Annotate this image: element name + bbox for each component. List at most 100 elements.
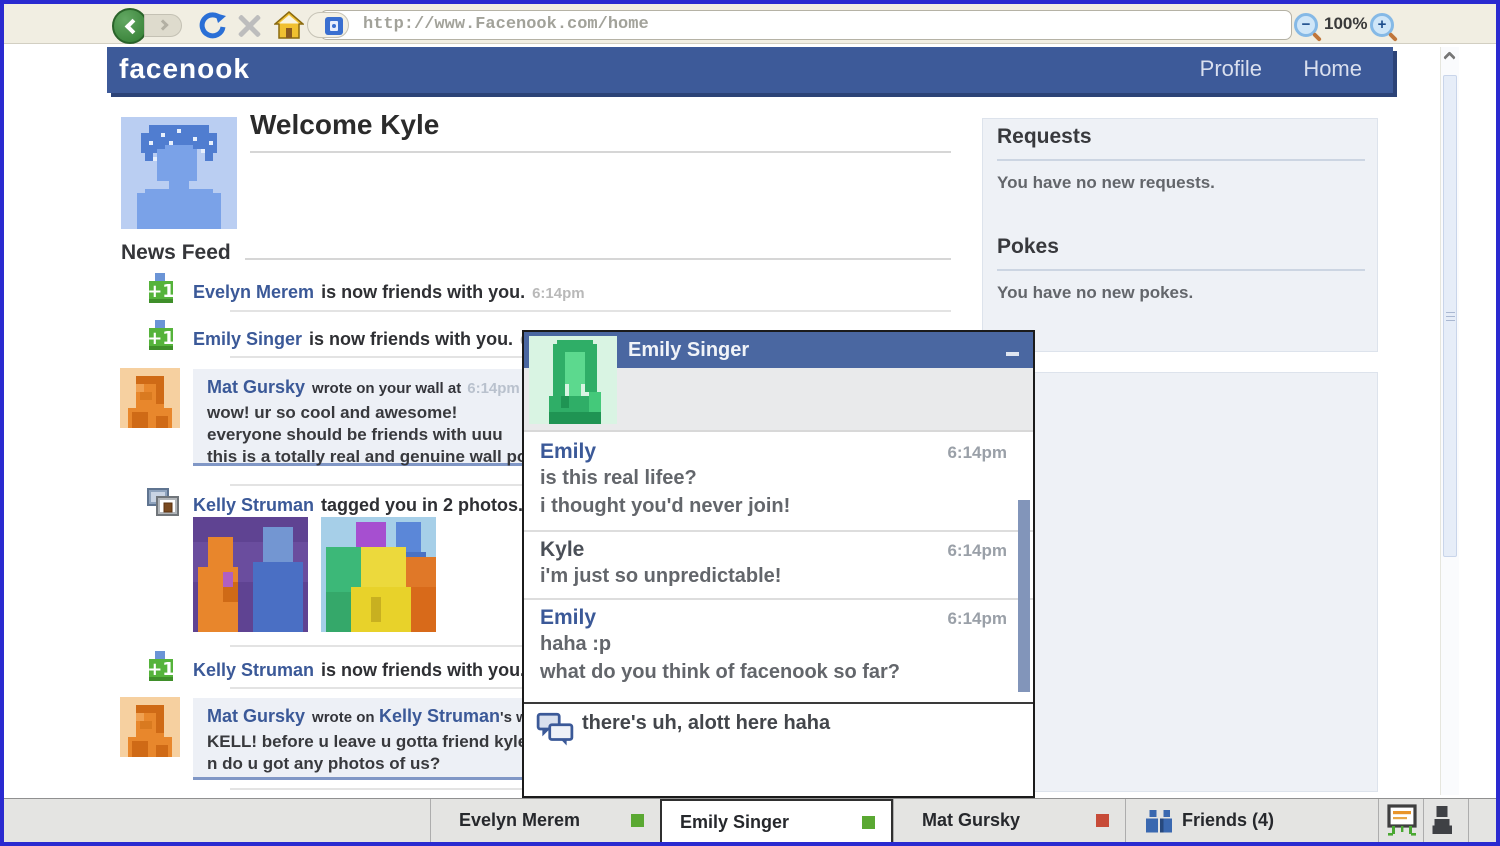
page-lock-icon xyxy=(325,17,343,35)
message-time: 6:14pm xyxy=(947,443,1007,462)
divider xyxy=(230,310,951,312)
message-time: 6:14pm xyxy=(947,541,1007,560)
my-status-button[interactable] xyxy=(1423,799,1468,842)
svg-text:+1: +1 xyxy=(147,659,175,680)
profile-link[interactable]: Mat Gursky xyxy=(207,706,305,726)
divider xyxy=(997,159,1365,161)
requests-panel: Requests You have no new requests. Pokes… xyxy=(982,118,1378,352)
emily-avatar xyxy=(529,336,617,424)
message-text: i thought you'd never join! xyxy=(540,495,791,517)
pokes-empty-text: You have no new pokes. xyxy=(997,283,1194,302)
divider xyxy=(1468,799,1469,842)
chat-scrollbar-thumb[interactable] xyxy=(1018,500,1030,692)
friend-added-icon: +1 xyxy=(145,273,177,310)
message-sender: Kyle xyxy=(540,538,585,561)
chat-tab-emily[interactable]: Emily Singer xyxy=(660,799,893,842)
refresh-icon xyxy=(199,12,226,39)
zoom-out-icon: − xyxy=(1301,16,1311,33)
online-status-icon xyxy=(862,816,875,829)
person-status-icon xyxy=(1428,806,1454,839)
svg-text:+1: +1 xyxy=(147,281,175,302)
site-identity-capsule[interactable] xyxy=(307,12,349,38)
chat-tab-evelyn[interactable]: Evelyn Merem xyxy=(430,799,660,842)
kyle-avatar-icon xyxy=(121,117,237,229)
url-bar[interactable]: http://www.Facenook.com/home xyxy=(307,10,1292,40)
friend-added-icon: +1 xyxy=(145,651,177,688)
refresh-button[interactable] xyxy=(198,11,226,39)
friends-list-tab[interactable]: Friends (4) xyxy=(1125,799,1378,842)
message-text: what do you think of facenook so far? xyxy=(540,661,901,683)
profile-avatar xyxy=(121,116,237,230)
message-text: haha :p xyxy=(540,633,612,655)
page-title: Welcome Kyle xyxy=(250,109,440,140)
message-time: 6:14pm xyxy=(947,609,1007,628)
scroll-up-icon[interactable] xyxy=(1443,51,1456,64)
chat-message: Kyle 6:14pm i'm just so unpredictable! xyxy=(524,532,1033,598)
divider xyxy=(250,151,951,153)
mat-avatar xyxy=(120,697,180,757)
stop-button[interactable] xyxy=(236,13,262,39)
timestamp: 6:14pm xyxy=(467,380,520,397)
chat-message: Emily 6:14pm is this real lifee? i thoug… xyxy=(524,434,1033,530)
divider xyxy=(997,269,1365,271)
svg-text:+1: +1 xyxy=(147,328,175,349)
chat-window: Emily Singer Emily 6:14pm is this real l… xyxy=(522,330,1035,798)
minimize-icon[interactable] xyxy=(1006,352,1019,356)
chat-title: Emily Singer xyxy=(628,339,750,361)
mat-avatar xyxy=(120,368,180,428)
friend-added-icon: +1 xyxy=(145,320,177,357)
back-button[interactable] xyxy=(112,8,148,44)
tagged-photo-1[interactable] xyxy=(193,517,308,632)
nav-profile-link[interactable]: Profile xyxy=(1200,56,1262,82)
pokes-title: Pokes xyxy=(997,235,1059,258)
page-scrollbar[interactable] xyxy=(1440,47,1459,795)
message-sender: Emily xyxy=(540,606,597,629)
site-header: facenook Profile Home xyxy=(107,47,1393,93)
requests-empty-text: You have no new requests. xyxy=(997,173,1215,192)
zoom-in-icon: + xyxy=(1377,16,1387,33)
profile-link[interactable]: Kelly Struman xyxy=(193,660,314,680)
profile-link[interactable]: Evelyn Merem xyxy=(193,282,314,302)
message-text: i'm just so unpredictable! xyxy=(540,565,782,587)
zoom-out-button[interactable]: − xyxy=(1294,13,1318,37)
feed-item: Kelly Strumanis now friends with you.6:0 xyxy=(193,655,554,685)
sidebar-panel xyxy=(982,372,1378,792)
zoom-in-button[interactable]: + xyxy=(1370,13,1394,37)
chat-input-text[interactable]: there's uh, alott here haha xyxy=(582,712,830,735)
browser-toolbar: http://www.Facenook.com/home − 100% + xyxy=(4,4,1496,44)
site-logo[interactable]: facenook xyxy=(119,53,250,85)
feed-item: Kelly Strumantagged you in 2 photos.6:10 xyxy=(193,490,560,520)
display-settings-button[interactable] xyxy=(1378,799,1423,842)
zoom-level: 100% xyxy=(1324,14,1368,33)
online-status-icon xyxy=(631,814,644,827)
friends-icon xyxy=(1144,810,1174,839)
home-icon xyxy=(272,11,306,39)
tagged-photo-2[interactable] xyxy=(321,517,436,632)
timestamp: 6:14pm xyxy=(532,285,585,302)
chat-message: Emily 6:14pm haha :p what do you think o… xyxy=(524,600,1033,702)
chat-message-list: Emily 6:14pm is this real lifee? i thoug… xyxy=(524,434,1033,702)
easel-display-icon xyxy=(1385,804,1419,841)
busy-status-icon xyxy=(1096,814,1109,827)
requests-title: Requests xyxy=(997,125,1092,148)
chat-bubbles-icon xyxy=(536,712,574,746)
forward-button[interactable] xyxy=(144,14,182,37)
chat-input-area[interactable]: there's uh, alott here haha xyxy=(524,704,1033,796)
feed-item: Evelyn Merem is now friends with you. 6:14… xyxy=(193,282,585,302)
back-arrow-icon xyxy=(124,18,141,35)
profile-link[interactable]: Kelly Struman xyxy=(193,495,314,515)
profile-link[interactable]: Emily Singer xyxy=(193,329,302,349)
news-feed-title: News Feed xyxy=(121,241,231,264)
page-scrollbar-thumb[interactable] xyxy=(1443,75,1457,557)
home-button[interactable] xyxy=(272,11,306,39)
message-sender: Emily xyxy=(540,440,597,463)
feed-item: Emily Singeris now friends with you.6:14… xyxy=(193,324,559,354)
profile-link[interactable]: Kelly Struman xyxy=(379,706,500,726)
profile-link[interactable]: Mat Gursky xyxy=(207,377,305,397)
message-text: is this real lifee? xyxy=(540,467,697,489)
chat-tab-mat[interactable]: Mat Gursky xyxy=(893,799,1125,842)
photos-icon xyxy=(146,487,180,522)
nav-home-link[interactable]: Home xyxy=(1303,56,1362,82)
url-text[interactable]: http://www.Facenook.com/home xyxy=(363,11,649,39)
taskbar: Evelyn Merem Emily Singer Mat Gursky Fri… xyxy=(4,798,1496,842)
